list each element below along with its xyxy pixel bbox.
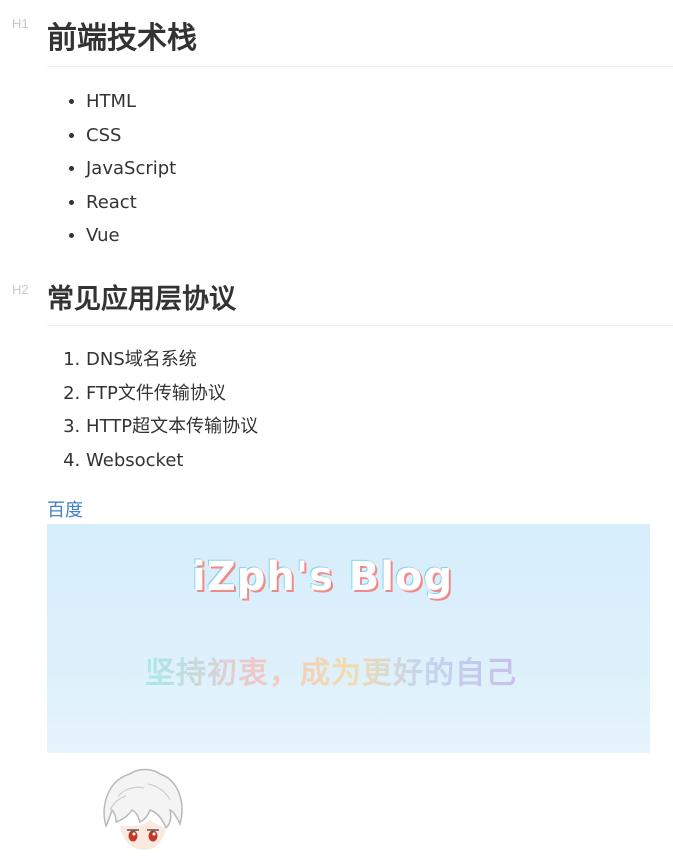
banner-slogan: 坚持初衷，成为更好的自己 (145, 648, 517, 692)
heading-tech-stack: 前端技术栈 (47, 14, 673, 67)
list-item: JavaScript (86, 152, 176, 186)
list-item: Vue (86, 219, 176, 253)
list-item: FTP文件传输协议 (86, 377, 258, 411)
document: H1 前端技术栈 HTML CSS JavaScript React Vue H… (0, 0, 673, 850)
blog-banner-image: iZph's Blog 坚持初衷，成为更好的自己 (47, 524, 650, 753)
list-item: Websocket (86, 444, 258, 478)
list-item: DNS域名系统 (86, 343, 258, 377)
h1-marker: H1 (12, 16, 29, 31)
avatar (103, 768, 183, 850)
baidu-link[interactable]: 百度 (47, 496, 83, 522)
banner-title: iZph's Blog (192, 554, 454, 600)
list-item: HTML (86, 85, 176, 119)
protocol-list: DNS域名系统 FTP文件传输协议 HTTP超文本传输协议 Websocket (47, 343, 258, 477)
heading-protocols: 常见应用层协议 (47, 278, 673, 326)
list-item: HTTP超文本传输协议 (86, 410, 258, 444)
list-item: React (86, 186, 176, 220)
list-item: CSS (86, 119, 176, 153)
tech-stack-list: HTML CSS JavaScript React Vue (47, 85, 176, 253)
h2-marker: H2 (12, 282, 29, 297)
